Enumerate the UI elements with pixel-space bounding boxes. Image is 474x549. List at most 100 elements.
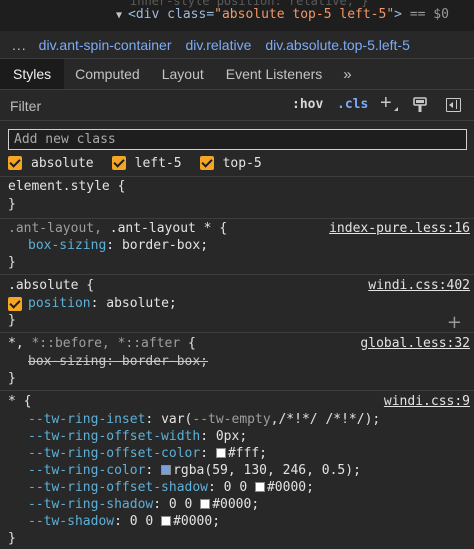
sidebar-tabs: Styles Computed Layout Event Listeners » xyxy=(0,59,474,90)
declaration-value-prefix: 0 0 xyxy=(223,480,255,495)
declaration-property[interactable]: --tw-ring-shadow xyxy=(28,497,153,512)
rule-selector[interactable]: element.style { xyxy=(8,179,125,194)
rule-selector[interactable]: * { xyxy=(8,394,31,409)
class-toggle-absolute[interactable]: absolute xyxy=(8,156,94,171)
declaration[interactable]: --tw-ring-offset-shadow: 0 0 #0000; xyxy=(28,480,314,495)
declaration-value[interactable]: rgba(59, 130, 246, 0.5); xyxy=(173,463,361,478)
declaration[interactable]: --tw-ring-inset: var(--tw-empty,/*!*/ /*… xyxy=(28,412,380,427)
declaration[interactable]: position: absolute; xyxy=(8,296,177,311)
class-toggle-list: absolute left-5 top-5 xyxy=(8,153,280,173)
paint-brush-icon[interactable] xyxy=(413,97,427,113)
toggle-sidebar-icon[interactable] xyxy=(446,98,461,112)
declaration-property[interactable]: --tw-ring-inset xyxy=(28,412,145,427)
rule-selector-unmatched: .ant-layout, xyxy=(8,221,110,236)
declaration-property[interactable]: --tw-shadow xyxy=(28,514,114,529)
declaration-value-prefix: 0 0 xyxy=(168,497,201,512)
cls-toggle-button[interactable]: .cls xyxy=(337,97,368,112)
declaration-value[interactable]: ,/*!*/ /*!*/); xyxy=(271,412,381,427)
rule-close-brace: } xyxy=(8,531,16,546)
declaration-value[interactable]: #0000; xyxy=(267,480,314,495)
dom-attr-name: class xyxy=(167,7,207,22)
declaration-property[interactable]: --tw-ring-color xyxy=(28,463,145,478)
checkbox-checked-icon[interactable] xyxy=(111,156,126,170)
selected-dom-node[interactable]: ▼ <div class="absolute top-5 left-5"> == … xyxy=(116,7,449,22)
rule-close-brace: } xyxy=(8,255,16,270)
color-swatch-icon[interactable] xyxy=(254,482,265,492)
declaration[interactable]: --tw-ring-shadow: 0 0 #0000; xyxy=(28,497,259,512)
declaration-value[interactable]: border-box; xyxy=(122,238,208,253)
rule-source-link[interactable]: windi.css:9 xyxy=(384,394,470,409)
css-variable-reference[interactable]: --tw-empty xyxy=(192,412,270,427)
class-toggle-label: absolute xyxy=(31,155,94,171)
declaration[interactable]: --tw-shadow: 0 0 #0000; xyxy=(28,514,220,529)
rule-close-brace: } xyxy=(8,371,16,386)
expand-triangle-icon[interactable]: ▼ xyxy=(116,10,122,21)
rule-selector-matched: *, xyxy=(8,336,32,351)
rule-close-brace: } xyxy=(8,197,16,212)
class-toggle-left-5[interactable]: left-5 xyxy=(111,155,182,171)
more-tabs-chevron-icon[interactable]: » xyxy=(333,59,362,89)
tab-styles[interactable]: Styles xyxy=(0,59,65,89)
declaration-property[interactable]: box-sizing xyxy=(28,238,106,253)
color-swatch-icon[interactable] xyxy=(161,465,172,475)
rule-selector-matched: .ant-layout * { xyxy=(109,221,228,236)
tab-event-listeners[interactable]: Event Listeners xyxy=(215,59,334,89)
add-class-field[interactable] xyxy=(8,129,467,150)
declaration[interactable]: --tw-ring-offset-width: 0px; xyxy=(28,429,247,444)
declaration-value-prefix: var( xyxy=(161,412,193,427)
rule-close-brace: } xyxy=(8,313,16,328)
declaration-property[interactable]: --tw-ring-offset-color xyxy=(28,446,200,461)
rule-selector[interactable]: .ant-layout, .ant-layout * { xyxy=(8,221,227,236)
declaration-property[interactable]: --tw-ring-offset-width xyxy=(28,429,200,444)
declaration[interactable]: box-sizing: border-box; xyxy=(28,238,208,253)
class-toggle-top-5[interactable]: top-5 xyxy=(199,155,262,171)
declaration-value[interactable]: 0px; xyxy=(216,429,247,444)
declaration-property[interactable]: position xyxy=(28,296,91,311)
declaration-value[interactable]: #0000; xyxy=(212,497,259,512)
declaration-value[interactable]: #fff; xyxy=(228,446,267,461)
declaration[interactable]: --tw-ring-color: rgba(59, 130, 246, 0.5)… xyxy=(28,463,361,478)
rule-selector[interactable]: *, *::before, *::after { xyxy=(8,336,196,351)
dom-attr-value: "absolute top-5 left-5" xyxy=(214,7,395,22)
declaration-property[interactable]: --tw-ring-offset-shadow xyxy=(28,480,208,495)
elements-dom-strip: inner-style position: relative; } ▼ <div … xyxy=(0,0,474,31)
new-style-rule-icon[interactable]: + xyxy=(380,93,398,113)
hov-toggle-button[interactable]: :hov xyxy=(292,97,323,112)
declaration-checkbox-icon[interactable] xyxy=(8,296,22,311)
tab-layout[interactable]: Layout xyxy=(151,59,215,89)
declaration-value[interactable]: absolute; xyxy=(106,296,176,311)
declaration[interactable]: --tw-ring-offset-color: #fff; xyxy=(28,446,267,461)
rule-source-link[interactable]: global.less:32 xyxy=(360,336,470,351)
breadcrumb-item-relative[interactable]: div.relative xyxy=(185,37,251,53)
filter-input[interactable] xyxy=(10,96,210,116)
breadcrumb-item-absolute[interactable]: div.absolute.top-5.left-5 xyxy=(265,37,410,53)
add-declaration-icon[interactable]: + xyxy=(447,312,462,333)
declaration-value[interactable]: #0000; xyxy=(173,514,220,529)
color-swatch-icon[interactable] xyxy=(161,516,172,526)
checkbox-checked-icon[interactable] xyxy=(199,156,214,170)
checkbox-checked-icon[interactable] xyxy=(8,156,22,170)
rule-universal-pseudo: *, *::before, *::after { global.less:32 … xyxy=(0,333,474,389)
styles-toolbar: :hov .cls + xyxy=(0,90,474,121)
rule-selector[interactable]: .absolute { xyxy=(8,278,94,293)
breadcrumb-item-ant-spin-container[interactable]: div.ant-spin-container xyxy=(39,37,172,53)
overridden-declaration[interactable]: box-sizing: border-box; xyxy=(28,354,208,369)
class-toggle-label: left-5 xyxy=(134,155,182,171)
color-swatch-icon[interactable] xyxy=(215,448,226,458)
declaration-value-prefix: 0 0 xyxy=(129,514,162,529)
tab-computed[interactable]: Computed xyxy=(64,59,151,89)
dom-tag-open: <div xyxy=(128,7,160,22)
rule-universal: * { windi.css:9 --tw-ring-inset: var(--t… xyxy=(0,391,474,549)
dom-console-ref: == $0 xyxy=(409,7,449,22)
rule-selector-brace: { xyxy=(180,336,196,351)
rule-absolute: .absolute { windi.css:402 position: abso… xyxy=(0,275,474,333)
rule-source-link[interactable]: windi.css:402 xyxy=(368,278,470,293)
dom-tag-close: > xyxy=(394,7,402,22)
add-class-input[interactable] xyxy=(9,130,466,149)
rule-ant-layout: .ant-layout, .ant-layout * { index-pure.… xyxy=(0,219,474,273)
breadcrumb: ... div.ant-spin-container div.relative … xyxy=(0,31,474,59)
rule-source-link[interactable]: index-pure.less:16 xyxy=(329,221,470,236)
class-toggle-label: top-5 xyxy=(222,155,262,171)
color-swatch-icon[interactable] xyxy=(200,499,211,509)
breadcrumb-more[interactable]: ... xyxy=(12,37,27,53)
